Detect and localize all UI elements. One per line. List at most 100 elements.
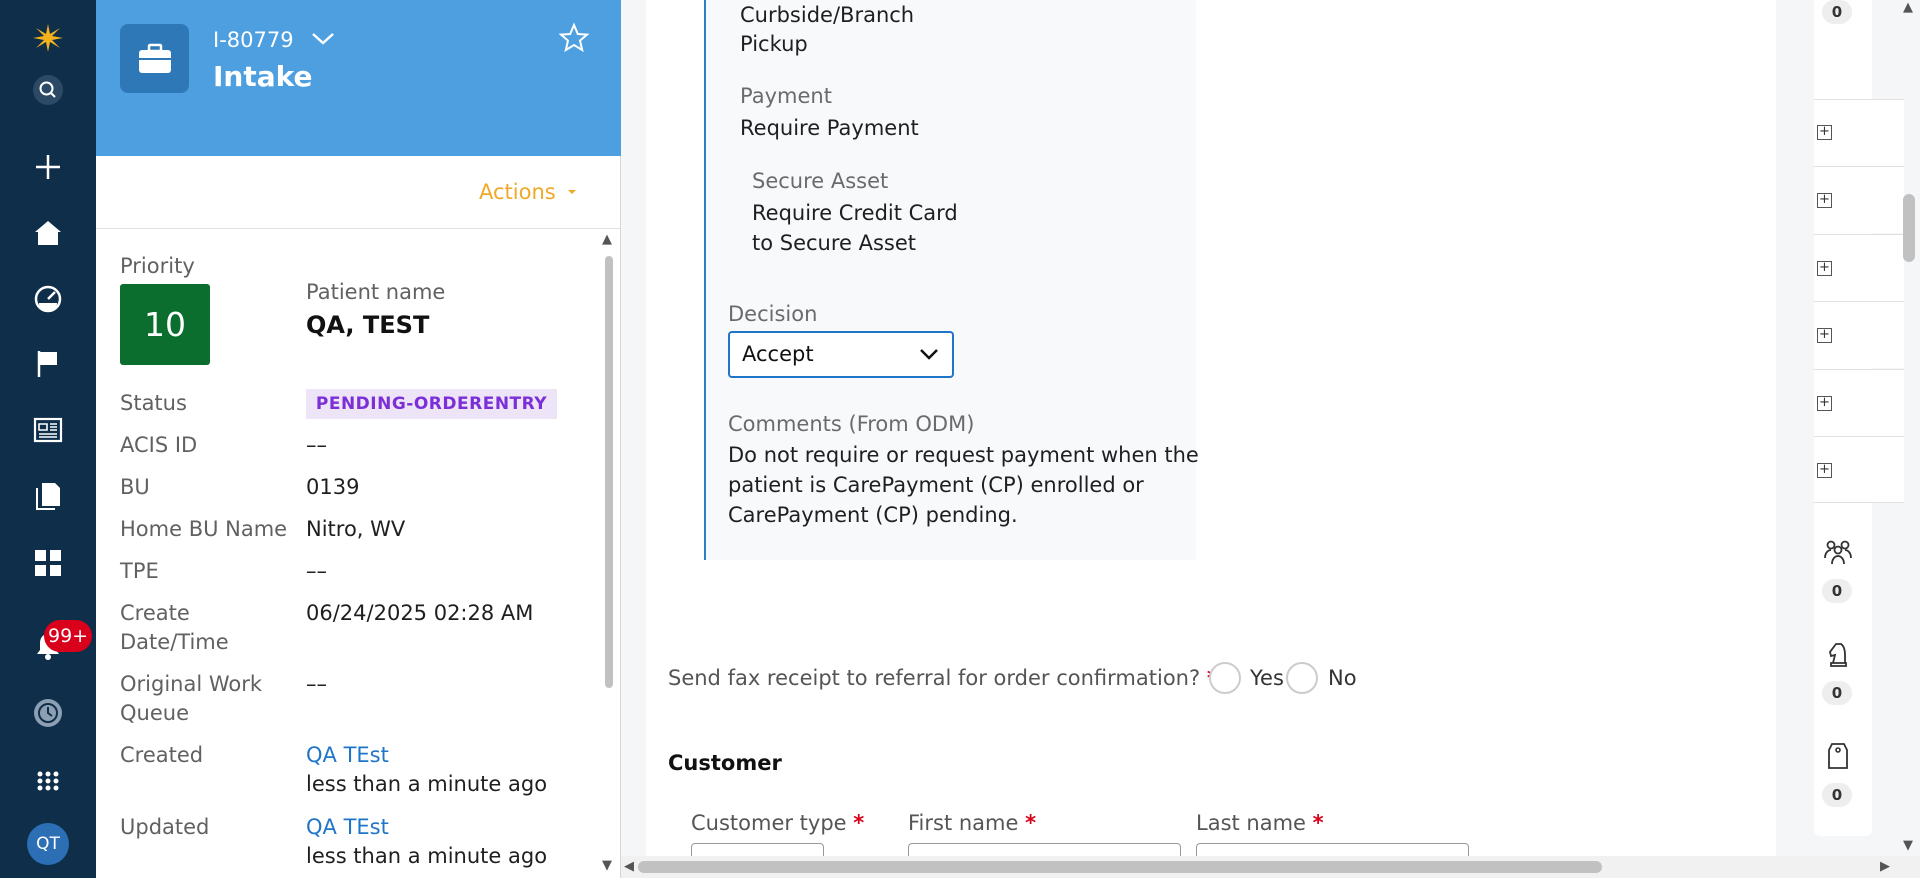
status-label: Status — [120, 391, 187, 415]
last-name-label-text: Last name — [1196, 811, 1306, 835]
first-name-label-text: First name — [908, 811, 1019, 835]
notification-badge: 99+ — [44, 620, 93, 652]
section-rule — [704, 0, 706, 560]
fax-question-text: Send fax receipt to referral for order c… — [668, 666, 1201, 690]
case-header: I-80779 Intake — [96, 0, 621, 156]
scroll-down-arrow[interactable]: ▼ — [602, 858, 612, 873]
pickup-line2: Pickup — [740, 32, 808, 56]
history-icon[interactable] — [24, 689, 72, 737]
flag-icon[interactable] — [24, 340, 72, 388]
tpe-value: –– — [306, 559, 327, 583]
chevron-down-icon — [920, 349, 938, 360]
case-id: I-80779 — [213, 28, 294, 52]
rail-count: 0 — [1822, 0, 1852, 24]
payment-value: Require Payment — [740, 116, 919, 140]
patient-name-label: Patient name — [306, 280, 446, 304]
scroll-up-arrow[interactable]: ▲ — [602, 232, 612, 247]
expand-icon[interactable]: + — [1817, 125, 1832, 140]
acis-id-label: ACIS ID — [120, 433, 198, 457]
chevron-down-icon[interactable] — [310, 28, 336, 50]
left-nav: 99+ QT — [0, 0, 96, 878]
tpe-label: TPE — [120, 559, 159, 583]
dashboard-icon[interactable] — [24, 275, 72, 323]
patient-name: QA, TEST — [306, 311, 430, 339]
divider — [96, 228, 621, 229]
comments-line2: patient is CarePayment (CP) enrolled or — [728, 473, 1144, 497]
payment-label: Payment — [740, 84, 832, 108]
rail-scrollbar[interactable] — [1899, 0, 1920, 836]
news-icon[interactable] — [24, 406, 72, 454]
secure-asset-line1: Require Credit Card — [752, 201, 958, 225]
rail-count: 0 — [1822, 783, 1852, 807]
scroll-down-arrow[interactable]: ▼ — [1903, 838, 1913, 853]
expand-icon[interactable]: + — [1817, 396, 1832, 411]
secure-asset-line2: to Secure Asset — [752, 231, 917, 255]
updated-by-link[interactable]: QA TEst — [306, 815, 389, 839]
priority-label: Priority — [120, 254, 195, 278]
last-name-label: Last name * — [1196, 811, 1324, 835]
created-label: Created — [120, 743, 204, 767]
case-title: Intake — [213, 60, 313, 93]
briefcase-icon — [120, 24, 189, 93]
bu-value: 0139 — [306, 475, 360, 499]
created-when: less than a minute ago — [306, 772, 548, 796]
create-datetime-label: Create — [120, 601, 190, 625]
rail-count: 0 — [1822, 681, 1852, 705]
comments-label: Comments (From ODM) — [728, 412, 975, 436]
customer-type-label: Customer type * — [691, 811, 864, 835]
create-datetime-label-line2: Date/Time — [120, 630, 229, 654]
home-icon[interactable] — [24, 209, 72, 257]
first-name-label: First name * — [908, 811, 1036, 835]
people-icon[interactable] — [1822, 536, 1854, 568]
updated-label: Updated — [120, 815, 210, 839]
created-by-link[interactable]: QA TEst — [306, 743, 389, 767]
home-bu-name-label: Home BU Name — [120, 517, 288, 541]
status-badge: PENDING-ORDERENTRY — [306, 389, 557, 419]
original-work-queue-label-line2: Queue — [120, 701, 189, 725]
updated-when: less than a minute ago — [306, 844, 548, 868]
fax-no-radio[interactable] — [1286, 662, 1318, 694]
star-icon[interactable] — [558, 22, 590, 54]
decision-label: Decision — [728, 302, 818, 326]
expand-icon[interactable]: + — [1817, 193, 1832, 208]
yes-label: Yes — [1250, 666, 1284, 690]
scroll-left-arrow[interactable]: ◀ — [624, 859, 634, 874]
documents-icon[interactable] — [24, 472, 72, 520]
acis-id-value: –– — [306, 433, 327, 457]
expand-icon[interactable]: + — [1817, 463, 1832, 478]
tag-icon[interactable] — [1822, 740, 1854, 772]
fax-question: Send fax receipt to referral for order c… — [668, 666, 1218, 690]
launcher-icon[interactable] — [24, 756, 72, 804]
expand-icon[interactable]: + — [1817, 261, 1832, 276]
bu-label: BU — [120, 475, 150, 499]
logo-icon[interactable] — [24, 14, 72, 62]
apps-icon[interactable] — [24, 539, 72, 587]
comments-line3: CarePayment (CP) pending. — [728, 503, 1018, 527]
scroll-up-arrow[interactable]: ▲ — [1903, 0, 1913, 15]
customer-heading: Customer — [668, 751, 782, 775]
panel-scrollbar-thumb[interactable] — [605, 256, 613, 688]
rail-scrollbar-thumb[interactable] — [1903, 194, 1915, 262]
actions-label: Actions — [479, 180, 556, 204]
search-icon[interactable] — [24, 66, 72, 114]
required-mark: * — [1312, 811, 1324, 835]
avatar[interactable]: QT — [27, 823, 69, 865]
chess-knight-icon[interactable] — [1822, 638, 1854, 670]
caret-down-icon — [567, 190, 576, 194]
original-work-queue-label: Original Work — [120, 672, 263, 696]
case-summary-panel: I-80779 Intake Actions Priority 10 Patie… — [96, 0, 621, 878]
horizontal-scrollbar-thumb[interactable] — [638, 861, 1602, 873]
secure-asset-label: Secure Asset — [752, 169, 889, 193]
required-mark: * — [1025, 811, 1037, 835]
home-bu-name-value: Nitro, WV — [306, 517, 406, 541]
create-icon[interactable] — [24, 143, 72, 191]
no-label: No — [1328, 666, 1357, 690]
create-datetime-value: 06/24/2025 02:28 AM — [306, 601, 534, 625]
actions-menu-button[interactable]: Actions — [479, 180, 578, 204]
scroll-right-arrow[interactable]: ▶ — [1880, 859, 1890, 874]
expand-icon[interactable]: + — [1817, 328, 1832, 343]
fax-yes-radio[interactable] — [1209, 662, 1241, 694]
required-mark: * — [853, 811, 865, 835]
priority-badge: 10 — [120, 284, 210, 365]
comments-line1: Do not require or request payment when t… — [728, 443, 1199, 467]
